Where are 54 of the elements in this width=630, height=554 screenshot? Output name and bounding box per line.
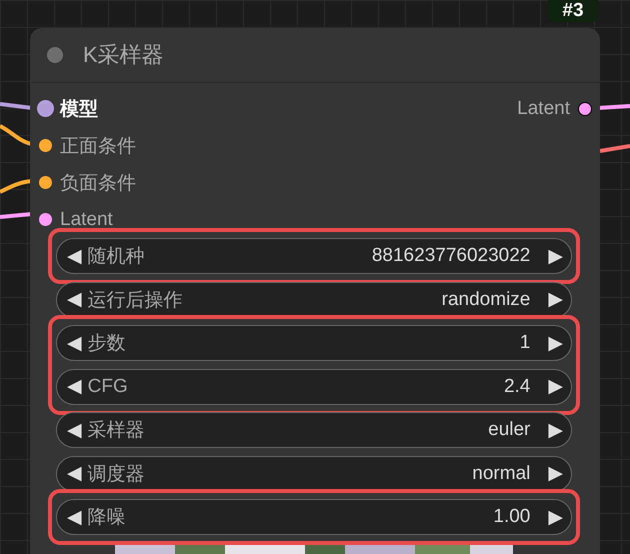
increment-arrow[interactable]: ▶ — [548, 332, 563, 354]
wire — [0, 102, 32, 110]
widget-value: 1 — [520, 332, 530, 354]
input-slot-dot[interactable] — [37, 100, 54, 117]
widget-value: normal — [472, 462, 530, 484]
input-slot-dot[interactable] — [39, 176, 52, 189]
widget-label: 采样器 — [88, 419, 145, 443]
input-label: 正面条件 — [60, 134, 136, 158]
number-widget[interactable]: ◀ CFG 2.4 ▶ — [56, 368, 572, 404]
widget-value: 1.00 — [493, 506, 530, 528]
widget-label: 降噪 — [88, 506, 126, 530]
input-label: Latent — [60, 208, 113, 230]
number-widget[interactable]: ◀ 降噪 1.00 ▶ — [56, 499, 572, 535]
input-slot-dot[interactable] — [39, 139, 52, 152]
wire — [0, 124, 32, 146]
increment-arrow[interactable]: ▶ — [548, 506, 563, 528]
wire — [600, 144, 630, 153]
decrement-arrow[interactable]: ◀ — [67, 375, 82, 398]
number-widget[interactable]: ◀ 随机种 881623776023022 ▶ — [56, 238, 572, 274]
number-widget[interactable]: ◀ 采样器 euler ▶ — [56, 412, 572, 448]
node-id-badge: #3 — [548, 0, 598, 22]
input-label: 负面条件 — [60, 172, 136, 196]
widget-label: 运行后操作 — [88, 288, 183, 312]
decrement-arrow[interactable]: ◀ — [67, 332, 82, 354]
node-title: K采样器 — [83, 41, 164, 69]
decrement-arrow[interactable]: ◀ — [67, 244, 82, 268]
input-slot-dot[interactable] — [39, 213, 52, 226]
widget-label: 调度器 — [88, 462, 145, 486]
decrement-arrow[interactable]: ◀ — [67, 288, 82, 311]
widget-label: 随机种 — [88, 245, 145, 269]
output-label: Latent — [517, 98, 570, 120]
increment-arrow[interactable]: ▶ — [548, 375, 563, 398]
increment-arrow[interactable]: ▶ — [548, 418, 563, 442]
decrement-arrow[interactable]: ◀ — [67, 418, 82, 442]
wire — [0, 179, 32, 194]
decrement-arrow[interactable]: ◀ — [67, 462, 82, 485]
increment-arrow[interactable]: ▶ — [548, 288, 563, 311]
input-label: 模型 — [60, 98, 98, 122]
increment-arrow[interactable]: ▶ — [548, 462, 563, 485]
output-slot-dot[interactable] — [578, 102, 592, 116]
widget-value: 2.4 — [504, 376, 530, 398]
decrement-arrow[interactable]: ◀ — [67, 506, 82, 528]
number-widget[interactable]: ◀ 调度器 normal ▶ — [56, 456, 572, 492]
status-dot — [47, 47, 63, 63]
widget-value: 881623776023022 — [372, 245, 530, 267]
widget-value: euler — [488, 419, 530, 441]
widget-label: 步数 — [88, 332, 126, 356]
number-widget[interactable]: ◀ 步数 1 ▶ — [56, 325, 572, 361]
wire — [598, 104, 630, 110]
wire — [0, 212, 32, 219]
increment-arrow[interactable]: ▶ — [548, 244, 563, 268]
widget-label: CFG — [88, 376, 128, 398]
widget-value: randomize — [442, 288, 530, 310]
number-widget[interactable]: ◀ 运行后操作 randomize ▶ — [56, 282, 572, 318]
